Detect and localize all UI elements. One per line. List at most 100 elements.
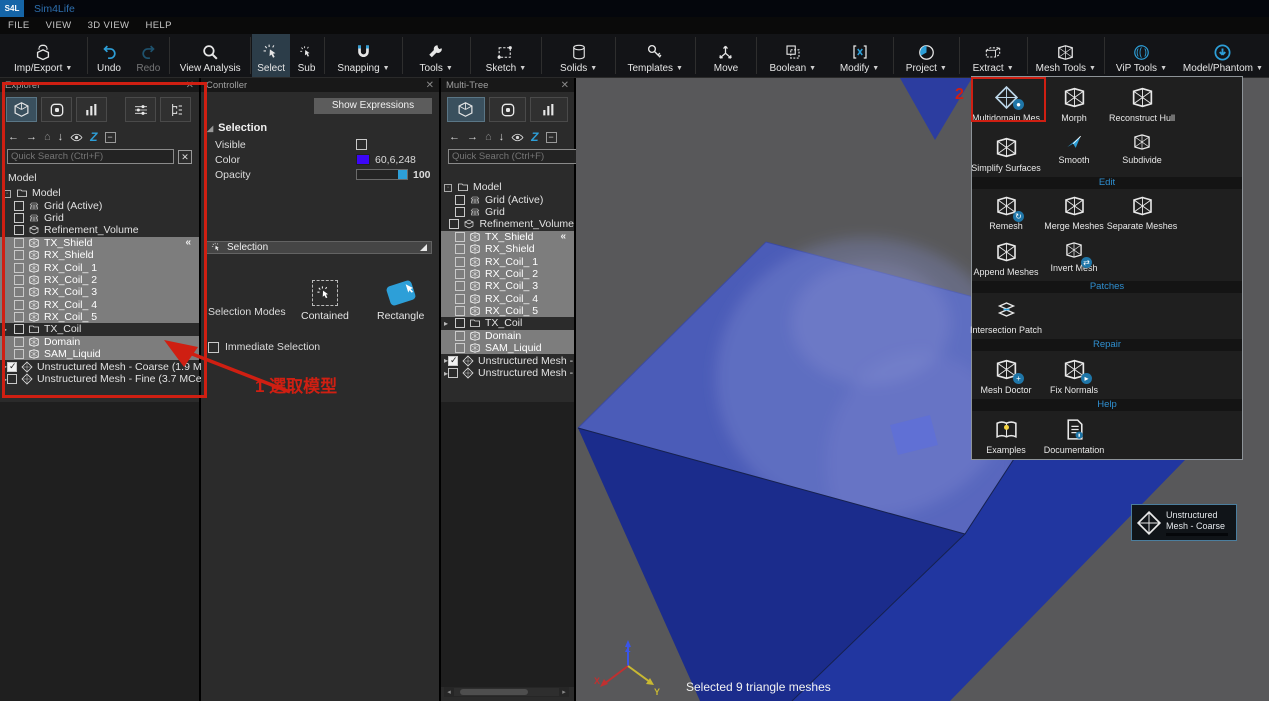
tree-item-rx-coil-4[interactable]: RX_Coil_ 4 bbox=[441, 293, 574, 305]
append-meshes-button[interactable]: Append Meshes bbox=[972, 235, 1040, 281]
tab-model-view[interactable] bbox=[447, 97, 485, 122]
visibility-checkbox[interactable] bbox=[455, 269, 465, 279]
visibility-checkbox[interactable] bbox=[449, 219, 459, 229]
sub-select-button[interactable]: Sub bbox=[290, 34, 323, 77]
scrollbar-thumb[interactable] bbox=[460, 689, 528, 695]
clear-search-icon[interactable]: ✕ bbox=[178, 150, 192, 164]
tree-item-tx-shield[interactable]: TX_Shield« bbox=[441, 231, 574, 243]
expander-icon[interactable]: ▸ bbox=[3, 325, 14, 334]
eye-icon[interactable] bbox=[511, 131, 524, 144]
intersection-patch-button[interactable]: Intersection Patch bbox=[972, 293, 1040, 339]
tree-item-model[interactable]: ·Model bbox=[0, 187, 199, 199]
undo-button[interactable]: Undo bbox=[89, 34, 128, 77]
visibility-checkbox[interactable] bbox=[455, 318, 465, 328]
close-icon[interactable]: ✕ bbox=[426, 80, 434, 91]
tree-item-tx-coil[interactable]: ▸TX_Coil bbox=[441, 317, 574, 329]
sketch-button[interactable]: Sketch▼ bbox=[472, 34, 541, 77]
dropdown-arrow-icon[interactable]: ▼ bbox=[1007, 65, 1014, 72]
separate-meshes-button[interactable]: Separate Meshes bbox=[1108, 189, 1176, 235]
tree-item-tx-shield[interactable]: TX_Shield« bbox=[0, 237, 199, 249]
tree-item-rx-coil-2[interactable]: RX_Coil_ 2 bbox=[0, 274, 199, 286]
dropdown-arrow-icon[interactable]: ▼ bbox=[1160, 65, 1167, 72]
down-arrow-icon[interactable]: ↓ bbox=[499, 131, 505, 143]
boolean-button[interactable]: Boolean▼ bbox=[758, 34, 827, 77]
immediate-selection-checkbox[interactable] bbox=[208, 342, 219, 353]
visibility-checkbox[interactable] bbox=[14, 201, 24, 211]
visibility-checkbox[interactable] bbox=[14, 300, 24, 310]
down-arrow-icon[interactable]: ↓ bbox=[58, 131, 64, 143]
tree-item-unstructured-mesh-fine[interactable]: ▸Unstructured Mesh - Fi bbox=[441, 367, 574, 379]
dropdown-arrow-icon[interactable]: ▼ bbox=[519, 65, 526, 72]
visibility-checkbox[interactable] bbox=[14, 250, 24, 260]
controller-panel-header[interactable]: Controller ✕ bbox=[201, 78, 439, 92]
visibility-checkbox[interactable] bbox=[14, 213, 24, 223]
tab-settings-view[interactable] bbox=[125, 97, 156, 122]
subdivide-button[interactable]: Subdivide bbox=[1108, 127, 1176, 169]
merge-meshes-button[interactable]: Merge Meshes bbox=[1040, 189, 1108, 235]
tree-item-unstructured-mesh-fine[interactable]: ▸Unstructured Mesh - Fine (3.7 MCells) bbox=[0, 373, 199, 385]
visibility-checkbox[interactable] bbox=[7, 374, 17, 384]
collapse-all-icon[interactable]: − bbox=[105, 132, 116, 143]
templates-button[interactable]: Templates▼ bbox=[617, 34, 694, 77]
home-icon[interactable]: ⌂ bbox=[485, 131, 492, 143]
expander-icon[interactable]: · bbox=[3, 190, 11, 198]
visibility-checkbox[interactable] bbox=[448, 356, 458, 366]
visibility-checkbox[interactable] bbox=[14, 263, 24, 273]
tree-item-rx-coil-4[interactable]: RX_Coil_ 4 bbox=[0, 299, 199, 311]
visibility-checkbox[interactable] bbox=[455, 257, 465, 267]
tree-item-grid[interactable]: Grid bbox=[441, 206, 574, 218]
multi-tree-panel-header[interactable]: Multi-Tree ✕ bbox=[441, 78, 574, 92]
tab-analysis-view[interactable] bbox=[76, 97, 107, 122]
redo-button[interactable]: Redo bbox=[129, 34, 168, 77]
opacity-slider[interactable] bbox=[356, 169, 408, 180]
visibility-checkbox[interactable] bbox=[14, 349, 24, 359]
tree-item-rx-shield[interactable]: RX_Shield bbox=[441, 243, 574, 255]
visibility-checkbox[interactable] bbox=[455, 232, 465, 242]
dropdown-arrow-icon[interactable]: ▼ bbox=[940, 65, 947, 72]
tree-item-refinement-volume[interactable]: Refinement_Volume bbox=[0, 224, 199, 236]
tab-simulation-view[interactable] bbox=[489, 97, 527, 122]
fix-normals-button[interactable]: ▸ Fix Normals bbox=[1040, 351, 1108, 399]
forward-arrow-icon[interactable]: → bbox=[467, 131, 478, 143]
forward-arrow-icon[interactable]: → bbox=[26, 131, 37, 143]
model-phantom-button[interactable]: Model/Phantom▼ bbox=[1177, 34, 1269, 77]
visibility-checkbox[interactable] bbox=[455, 281, 465, 291]
menu-help[interactable]: HELP bbox=[145, 20, 171, 31]
examples-button[interactable]: Examples bbox=[972, 411, 1040, 459]
visibility-checkbox[interactable] bbox=[14, 275, 24, 285]
visibility-checkbox[interactable] bbox=[455, 244, 465, 254]
smooth-button[interactable]: Smooth bbox=[1040, 127, 1108, 169]
close-icon[interactable]: ✕ bbox=[186, 80, 194, 91]
scroll-left-icon[interactable]: ◂ bbox=[444, 688, 454, 696]
reconstruct-hull-button[interactable]: Reconstruct Hull bbox=[1108, 77, 1176, 127]
tab-analysis-view[interactable] bbox=[530, 97, 568, 122]
visibility-checkbox[interactable] bbox=[455, 343, 465, 353]
tree-item-rx-coil-2[interactable]: RX_Coil_ 2 bbox=[441, 268, 574, 280]
dropdown-arrow-icon[interactable]: ▼ bbox=[446, 65, 453, 72]
close-icon[interactable]: ✕ bbox=[561, 80, 569, 91]
tree-item-sam-liquid[interactable]: SAM_Liquid bbox=[441, 342, 574, 354]
menu-file[interactable]: FILE bbox=[8, 20, 30, 31]
menu-3d-view[interactable]: 3D VIEW bbox=[88, 20, 130, 31]
selection-tool-bar[interactable]: Selection bbox=[206, 241, 432, 254]
visibility-checkbox[interactable] bbox=[455, 331, 465, 341]
tree-item-sam-liquid[interactable]: SAM_Liquid bbox=[0, 348, 199, 360]
mesh-doctor-button[interactable]: + Mesh Doctor bbox=[972, 351, 1040, 399]
visible-checkbox[interactable] bbox=[356, 139, 367, 150]
tree-item-rx-coil-1[interactable]: RX_Coil_ 1 bbox=[0, 261, 199, 273]
back-arrow-icon[interactable]: ← bbox=[449, 131, 460, 143]
remesh-button[interactable]: ↻ Remesh bbox=[972, 189, 1040, 235]
visibility-checkbox[interactable] bbox=[14, 287, 24, 297]
search-input[interactable] bbox=[7, 149, 174, 164]
project-button[interactable]: Project▼ bbox=[895, 34, 958, 77]
tree-item-domain[interactable]: Domain bbox=[0, 336, 199, 348]
tree-item-rx-coil-5[interactable]: RX_Coil_ 5 bbox=[441, 305, 574, 317]
tree-item-refinement-volume[interactable]: Refinement_Volume bbox=[441, 218, 574, 230]
multidomain-mesh-button[interactable]: ● Multidomain Mes bbox=[972, 77, 1040, 127]
invert-mesh-button[interactable]: ⇄ Invert Mesh bbox=[1040, 235, 1108, 277]
search-input[interactable] bbox=[448, 149, 588, 164]
dropdown-arrow-icon[interactable]: ▼ bbox=[65, 65, 72, 72]
z-sort-icon[interactable]: Z bbox=[90, 130, 97, 144]
visibility-checkbox[interactable] bbox=[7, 362, 17, 372]
menu-view[interactable]: VIEW bbox=[46, 20, 72, 31]
